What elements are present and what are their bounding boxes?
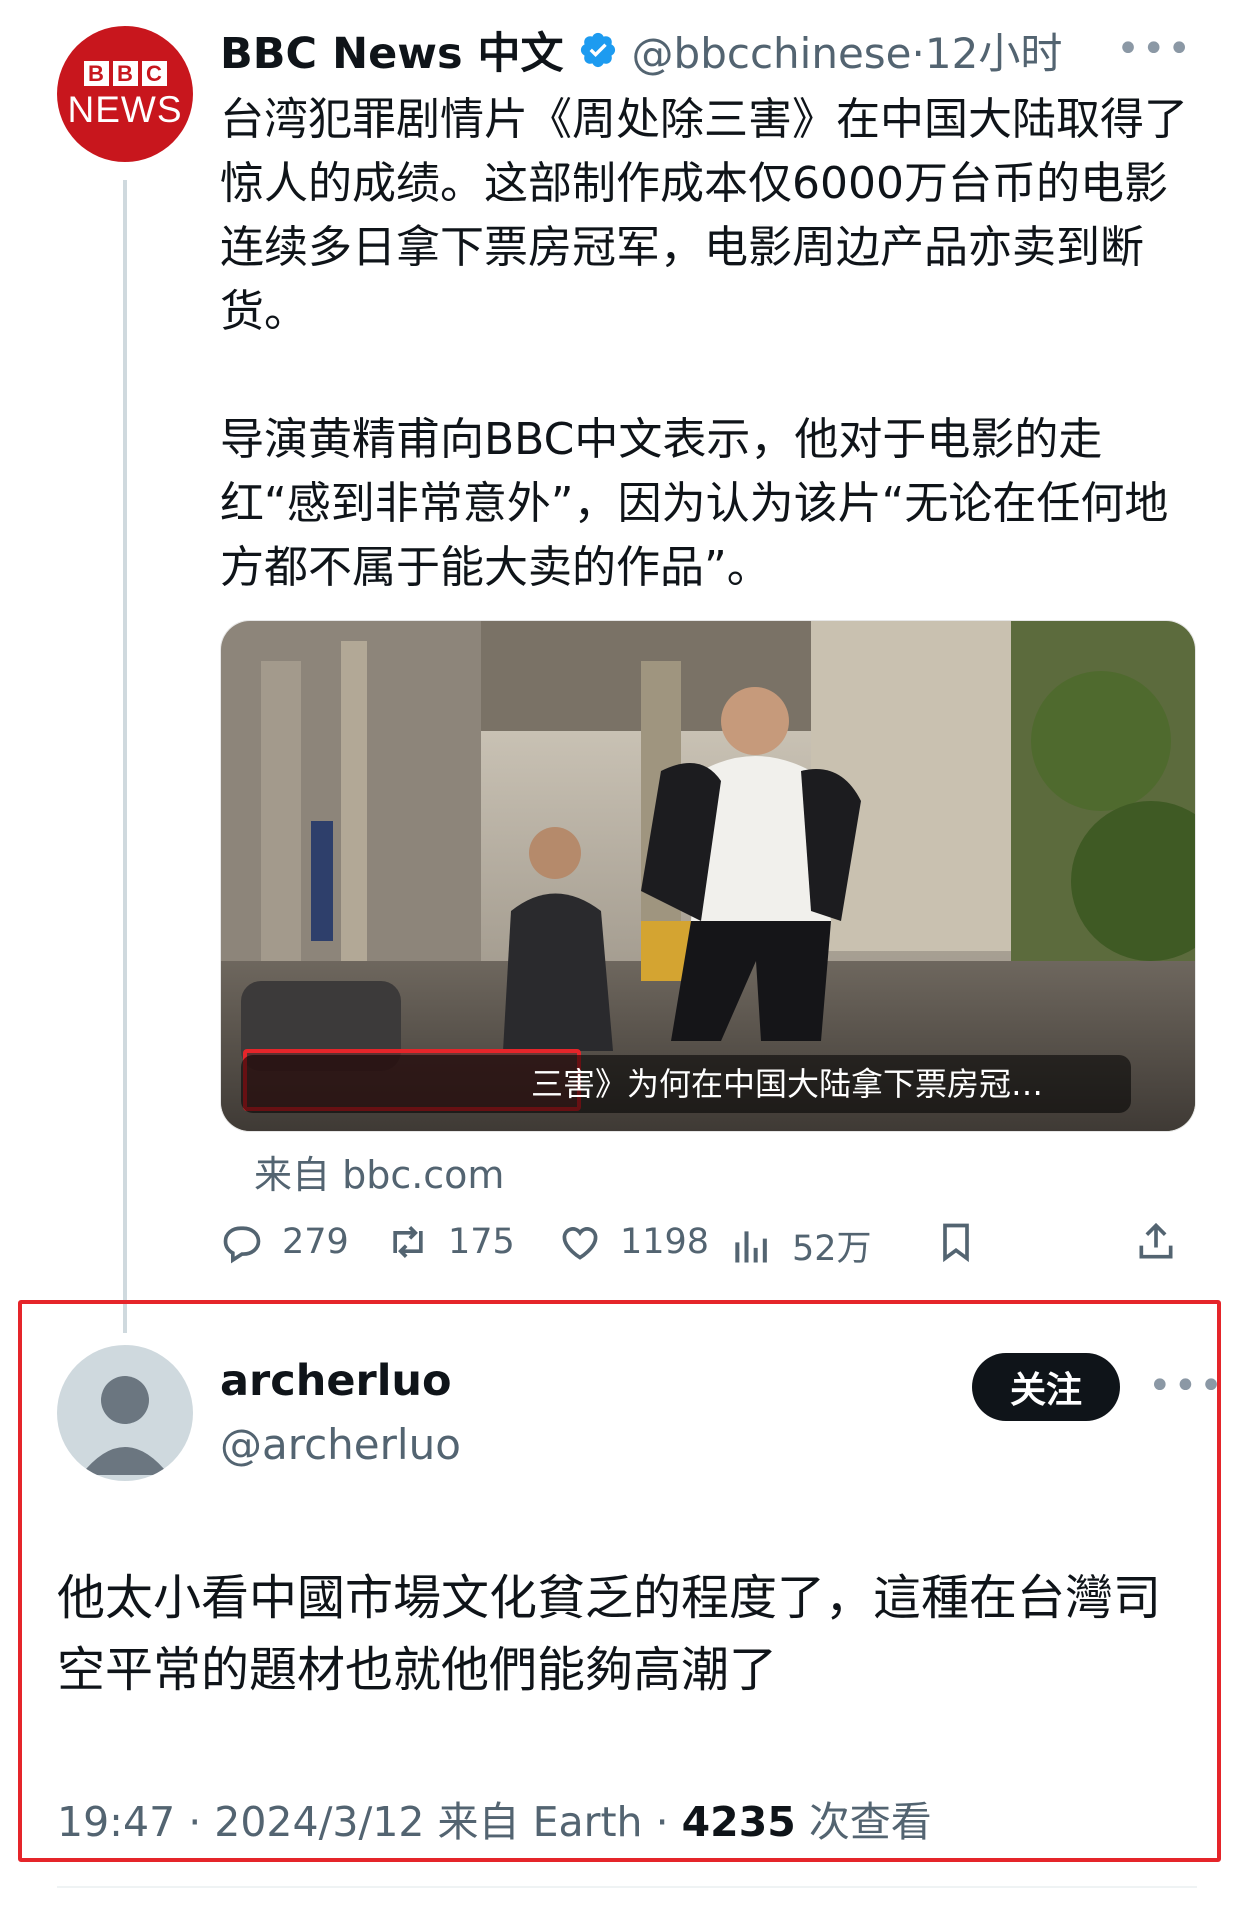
author-handle[interactable]: @bbcchinese [632, 29, 912, 78]
divider [57, 1886, 1197, 1888]
more-horizontal-icon[interactable]: ••• [1148, 1363, 1225, 1409]
tweet-actions-bar: 279 175 1198 52万 [220, 1220, 1200, 1280]
like-icon [562, 1227, 598, 1260]
reply-view-count[interactable]: 4235 [682, 1798, 796, 1846]
share-button[interactable] [1134, 1220, 1196, 1264]
thread-connector-line [123, 180, 127, 1333]
view-count: 52万 [792, 1229, 872, 1269]
reply-time[interactable]: 19:47 [57, 1798, 175, 1846]
bookmark-icon [943, 1223, 969, 1263]
retweet-icon [393, 1226, 423, 1258]
tweet-header: BBC News 中文 @bbcchinese·12小时 [220, 18, 1062, 82]
reply-icon [223, 1226, 261, 1264]
reply-source: 来自 Earth [437, 1798, 643, 1846]
link-preview-card[interactable]: 三害》为何在中国大陆拿下票房冠… [220, 620, 1196, 1132]
author-name[interactable]: BBC News 中文 [220, 19, 564, 81]
tweet-paragraph-2: 导演黄精甫向BBC中文表示，他对于电影的走红“感到非常意外”，因为认为该片“无论… [220, 414, 1169, 593]
link-source[interactable]: 来自 bbc.com [254, 1144, 504, 1199]
reply-date[interactable]: 2024/3/12 [214, 1798, 424, 1846]
bbc-avatar[interactable]: BBC NEWS [57, 26, 193, 162]
bbc-logo-blocks: BBC [83, 61, 167, 86]
views-button[interactable]: 52万 [730, 1220, 872, 1271]
reply-view-label: 次查看 [808, 1798, 932, 1846]
retweet-count: 175 [448, 1222, 515, 1262]
default-avatar-icon [81, 1376, 169, 1475]
bookmark-button[interactable] [934, 1220, 996, 1264]
views-icon [735, 1230, 767, 1262]
more-horizontal-icon[interactable]: ••• [1116, 26, 1193, 72]
reply-count: 279 [282, 1222, 349, 1262]
reply-button[interactable]: 279 [220, 1220, 349, 1264]
verified-badge-icon [580, 32, 615, 68]
preview-caption: 三害》为何在中国大陆拿下票房冠… [241, 1055, 1131, 1113]
avatar[interactable] [57, 1345, 193, 1481]
reply-meta: 19:47 · 2024/3/12 来自 Earth · 4235 次查看 [57, 1798, 932, 1846]
like-button[interactable]: 1198 [558, 1220, 709, 1264]
reply-body: 他太小看中國市場文化貧乏的程度了，這種在台灣司空平常的題材也就他們能夠高潮了 [57, 1570, 1162, 1698]
bbc-logo-news: NEWS [67, 89, 183, 130]
like-count: 1198 [620, 1222, 710, 1262]
reply-author-handle[interactable]: @archerluo [220, 1420, 461, 1469]
handle-and-time: @bbcchinese·12小时 [631, 28, 1063, 78]
reply-author-name[interactable]: archerluo [220, 1356, 452, 1406]
tweet-time[interactable]: 12小时 [925, 29, 1062, 78]
follow-button[interactable]: 关注 [972, 1353, 1120, 1421]
tweet-body: 台湾犯罪剧情片《周处除三害》在中国大陆取得了惊人的成绩。这部制作成本仅6000万… [220, 88, 1200, 600]
tweet-paragraph-1: 台湾犯罪剧情片《周处除三害》在中国大陆取得了惊人的成绩。这部制作成本仅6000万… [220, 94, 1188, 337]
share-icon [1139, 1222, 1173, 1259]
retweet-button[interactable]: 175 [386, 1220, 515, 1264]
